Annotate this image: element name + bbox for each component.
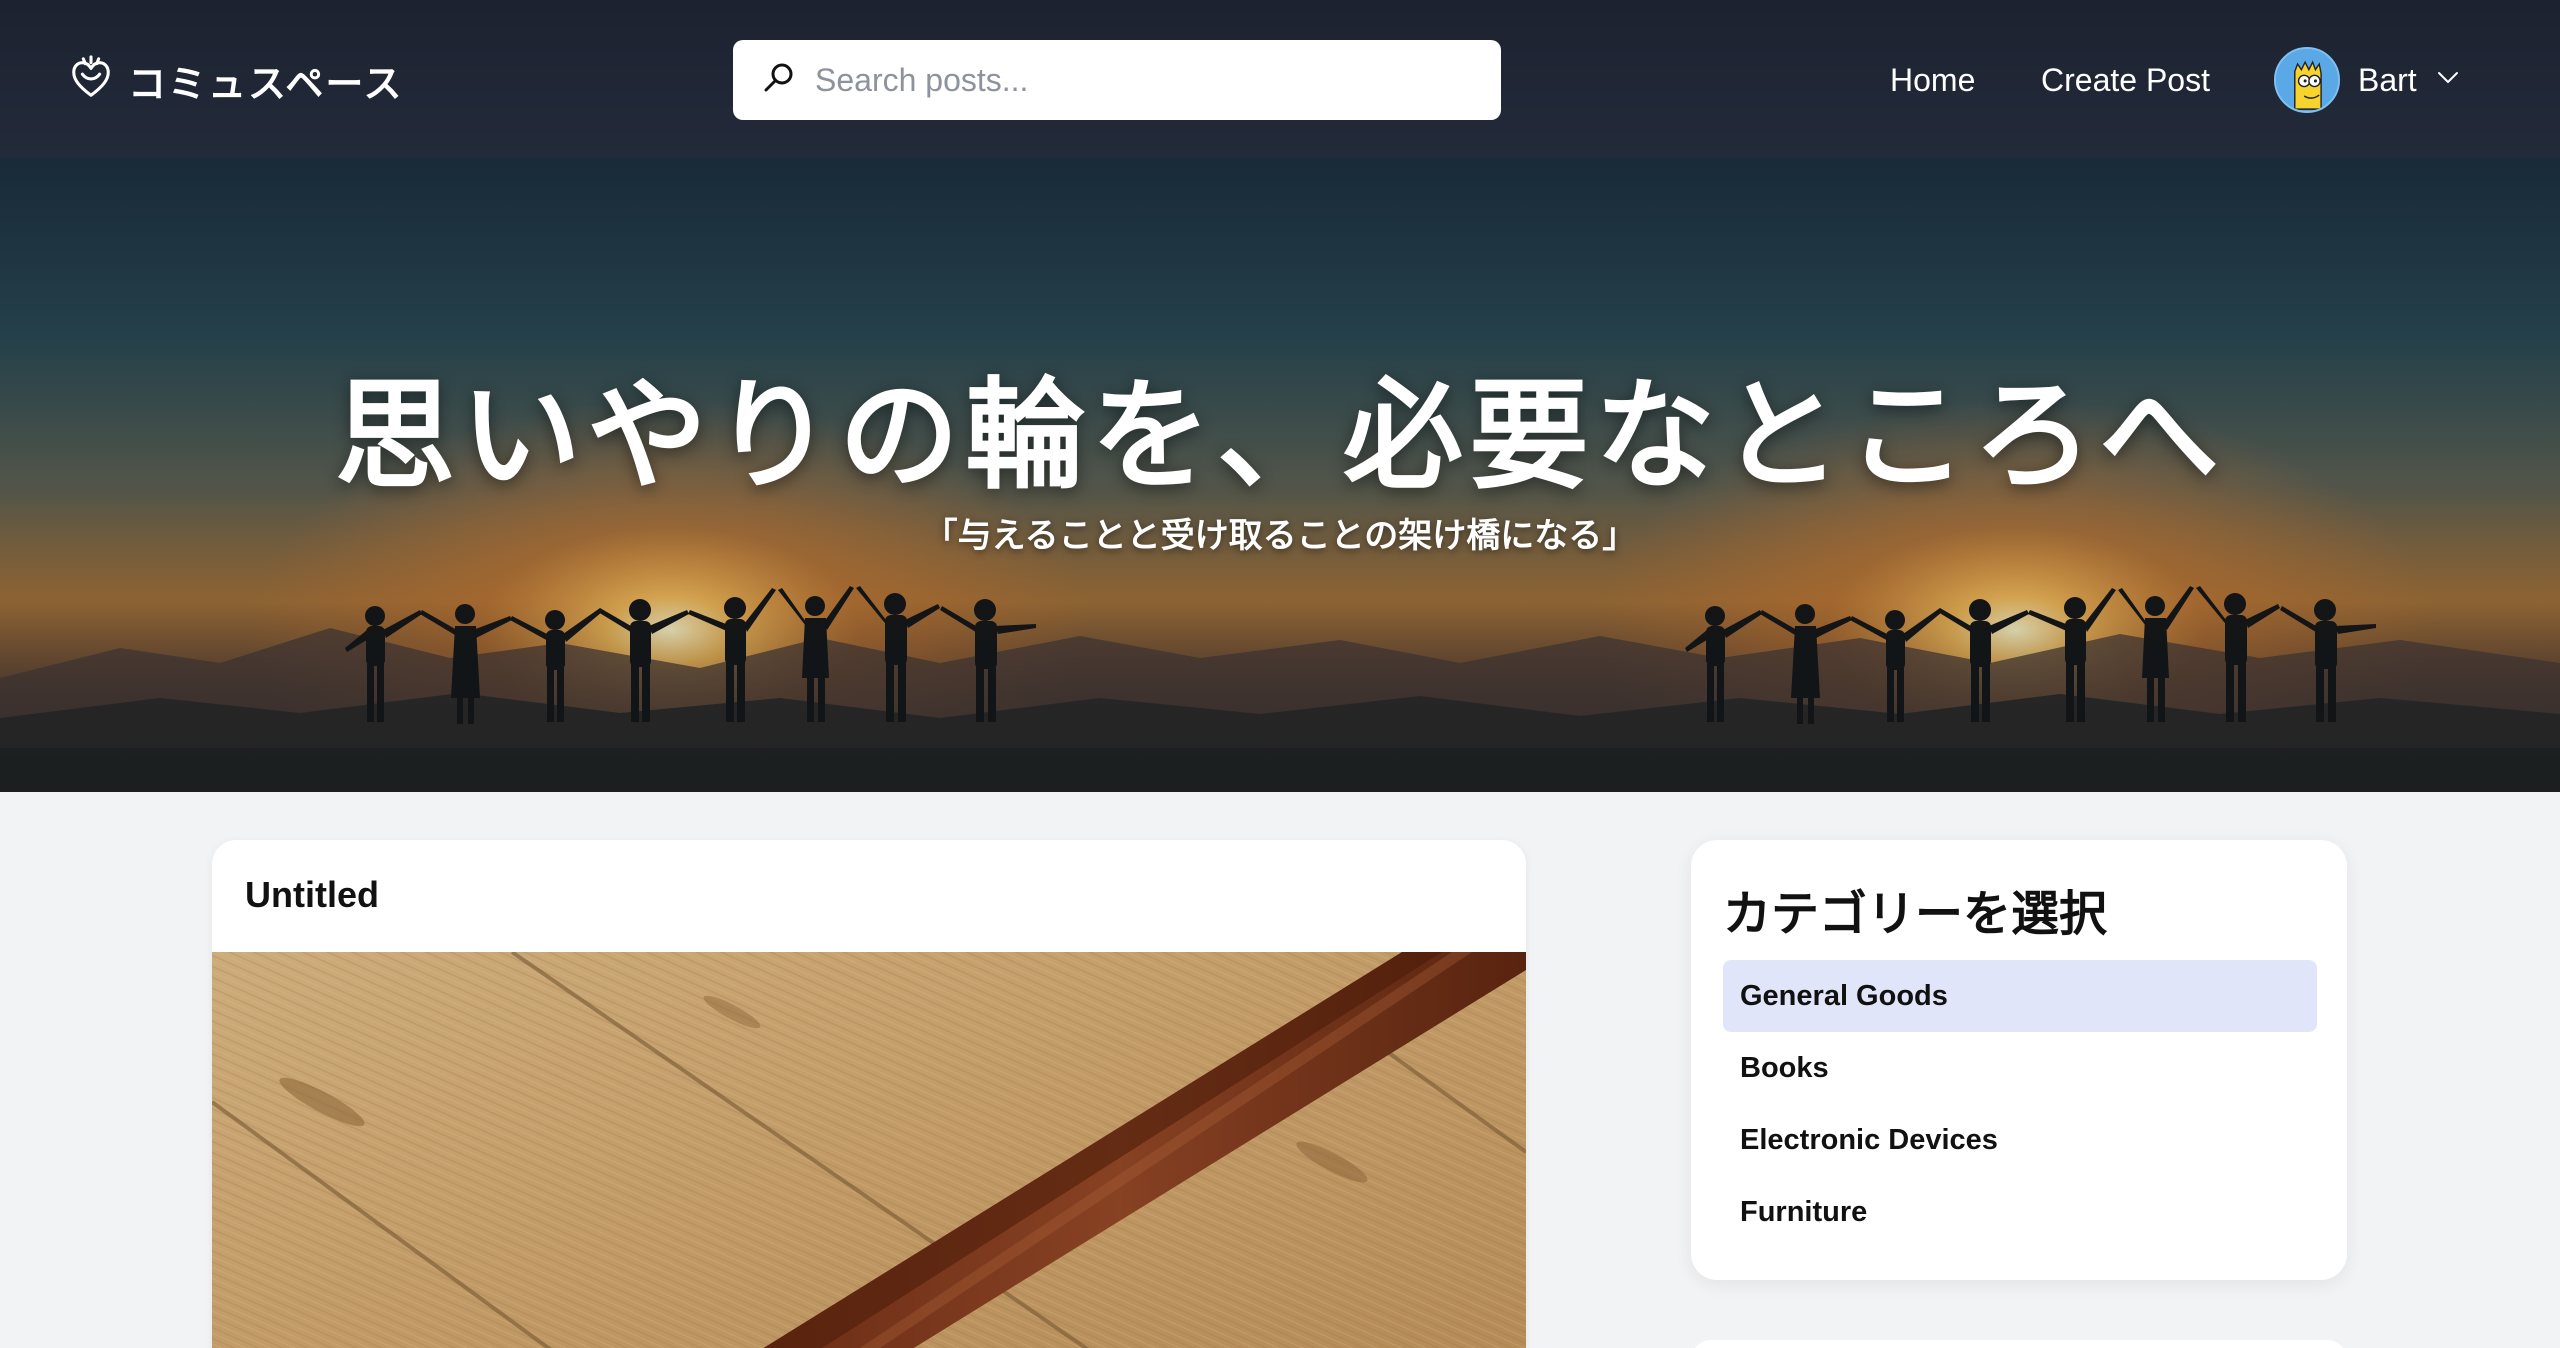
avatar <box>2274 47 2340 113</box>
hero-banner: 思いやりの輪を、必要なところへ 「与えることと受け取ることの架け橋になる」 <box>0 158 2560 792</box>
nav-home-container: Home <box>1890 40 1975 120</box>
hero-subtitle: 「与えることと受け取ることの架け橋になる」 <box>923 516 1637 556</box>
category-panel: カテゴリーを選択 General Goods Books Electronic … <box>1691 840 2347 1280</box>
hero-title: 思いやりの輪を、必要なところへ <box>335 367 2225 506</box>
search-bar <box>733 40 1501 120</box>
post-image[interactable] <box>212 952 1526 1348</box>
nav-home-link[interactable]: Home <box>1890 62 1975 99</box>
category-item-general-goods[interactable]: General Goods <box>1723 960 2317 1032</box>
heart-hands-icon <box>68 54 114 106</box>
search-input[interactable] <box>815 61 1455 99</box>
nav-create-post-link[interactable]: Create Post <box>2041 62 2210 99</box>
category-item-furniture[interactable]: Furniture <box>1723 1176 2317 1248</box>
user-menu-button[interactable]: Bart <box>2274 46 2461 114</box>
brand-name: コミュスペース <box>128 61 404 106</box>
category-panel-title: カテゴリーを選択 <box>1723 886 2108 942</box>
chevron-down-icon <box>2417 62 2461 99</box>
category-item-books[interactable]: Books <box>1723 1032 2317 1104</box>
category-item-electronic-devices[interactable]: Electronic Devices <box>1723 1104 2317 1176</box>
search-icon <box>761 60 797 101</box>
brand-logo-link[interactable]: コミュスペース <box>68 52 403 108</box>
page-root: コミュスペース Home Create Post <box>0 0 2560 1348</box>
secondary-sidebar-card <box>1691 1340 2347 1348</box>
nav-create-container: Create Post <box>2041 40 2210 120</box>
top-navbar: コミュスペース Home Create Post <box>0 0 2560 158</box>
post-title: Untitled <box>245 874 379 915</box>
user-name: Bart <box>2358 61 2417 98</box>
post-card[interactable]: Untitled <box>212 840 1526 1348</box>
category-list: General Goods Books Electronic Devices F… <box>1723 960 2317 1248</box>
